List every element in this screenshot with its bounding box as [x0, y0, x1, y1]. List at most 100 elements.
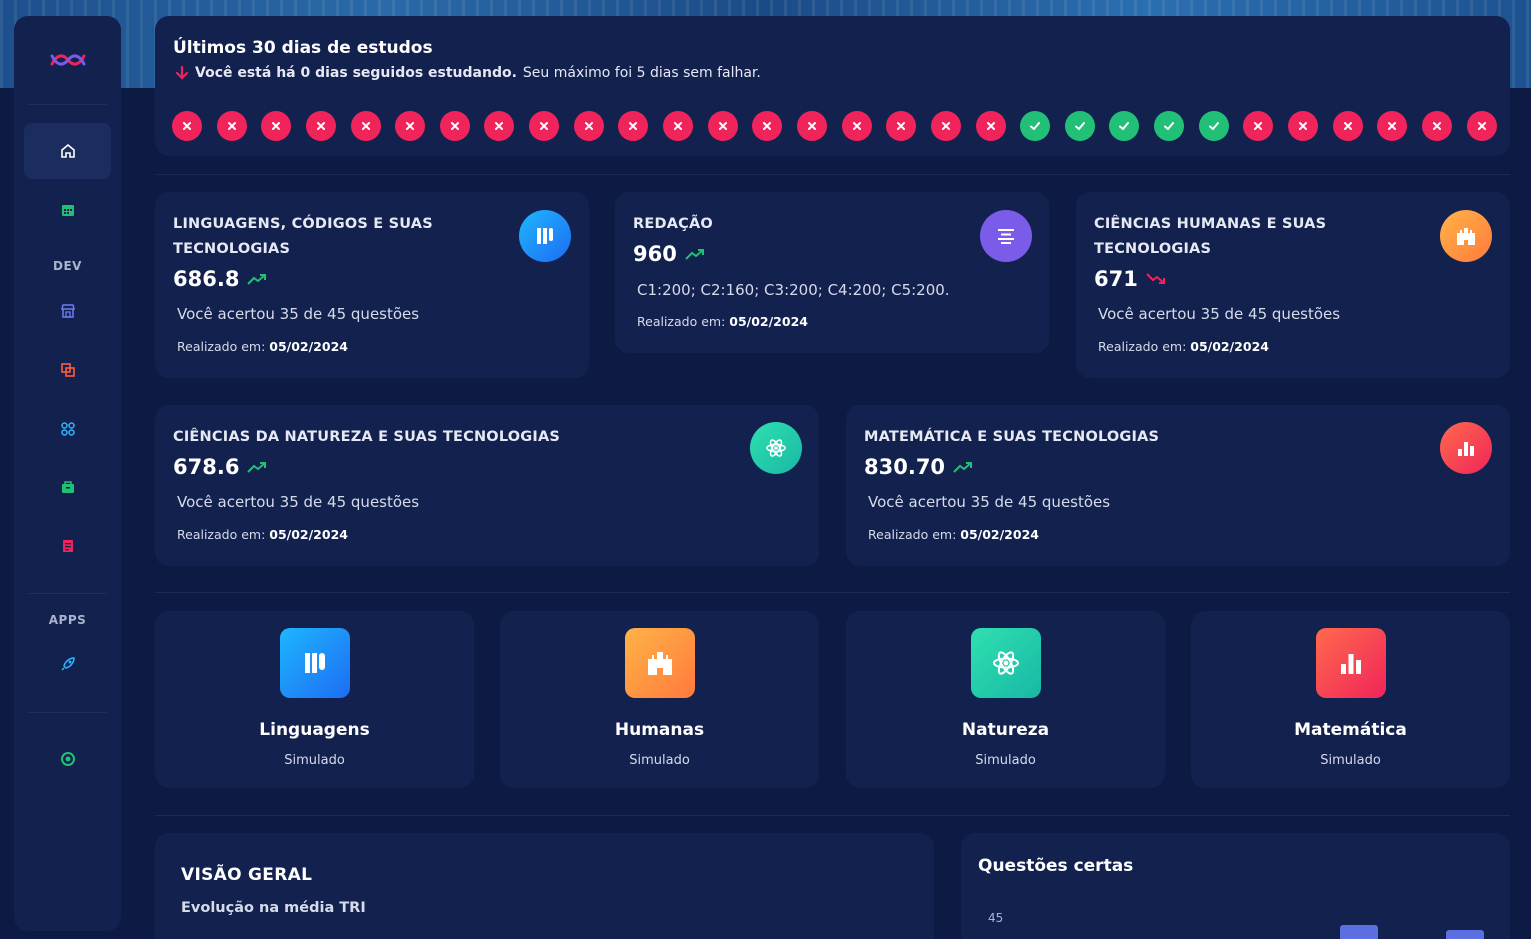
day-missed-icon: [1288, 111, 1319, 141]
sidebar-divider: [28, 593, 107, 594]
day-missed-icon: [618, 111, 649, 141]
sidebar-item-copy[interactable]: [24, 342, 111, 398]
simulado-card-matematica[interactable]: Matemática Simulado: [1191, 611, 1510, 788]
sidebar-item-command[interactable]: [24, 401, 111, 457]
score-date: Realizado em: 05/02/2024: [637, 314, 808, 329]
sidebar-section-apps: APPS: [48, 613, 87, 627]
score-card-title: CIÊNCIAS HUMANAS E SUAS TECNOLOGIAS: [1094, 216, 1327, 257]
score-value: 830.70: [864, 455, 973, 479]
sidebar-section-dev: DEV: [53, 259, 82, 273]
trend-up-icon: [247, 462, 267, 473]
books-icon: [519, 210, 571, 262]
simulado-name: Matemática: [1294, 720, 1407, 740]
score-card-title: REDAÇÃO: [633, 216, 713, 232]
day-missed-icon: [663, 111, 694, 141]
score-card-title: MATEMÁTICA E SUAS TECNOLOGIAS: [864, 429, 1160, 445]
overview-title: VISÃO GERAL: [181, 865, 313, 885]
castle-icon: [1440, 210, 1492, 262]
score-detail: Você acertou 35 de 45 questões: [177, 493, 420, 511]
score-detail: C1:200; C2:160; C3:200; C4:200; C5:200.: [637, 281, 950, 299]
day-missed-icon: [1377, 111, 1408, 141]
arrow-down-icon: [175, 66, 189, 80]
sidebar-item-support[interactable]: [24, 731, 111, 787]
simulado-label: Simulado: [1320, 753, 1381, 768]
score-date: Realizado em: 05/02/2024: [1098, 339, 1269, 354]
overview-card: VISÃO GERAL Evolução na média TRI: [155, 833, 934, 939]
command-icon: [60, 422, 75, 436]
sidebar-item-store[interactable]: [24, 283, 111, 339]
correct-questions-card: Questões certas 45: [961, 833, 1510, 939]
home-icon: [60, 143, 75, 158]
day-missed-icon: [395, 111, 426, 141]
chart-bar: [1340, 925, 1378, 939]
y-axis-tick: 45: [988, 911, 1004, 925]
score-card-redacao[interactable]: REDAÇÃO 960 C1:200; C2:160; C3:200; C4:2…: [615, 192, 1049, 353]
simulado-card-linguagens[interactable]: Linguagens Simulado: [155, 611, 474, 788]
trend-up-icon: [685, 249, 704, 260]
atom-icon: [970, 628, 1041, 698]
score-detail: Você acertou 35 de 45 questões: [1098, 305, 1341, 323]
sidebar-item-bag[interactable]: [24, 459, 111, 515]
day-missed-icon: [573, 111, 604, 141]
streak-days: [172, 111, 1497, 141]
sidebar-item-home[interactable]: [24, 123, 111, 179]
score-card-title: CIÊNCIAS DA NATUREZA E SUAS TECNOLOGIAS: [173, 429, 561, 445]
day-studied-icon: [1109, 111, 1140, 141]
day-missed-icon: [975, 111, 1006, 141]
day-studied-icon: [1064, 111, 1095, 141]
bar-chart-icon: [1440, 422, 1492, 474]
trend-down-icon: [1146, 273, 1165, 284]
bag-icon: [61, 481, 74, 493]
score-detail: Você acertou 35 de 45 questões: [868, 493, 1111, 511]
trend-up-icon: [953, 462, 973, 473]
overview-subtitle: Evolução na média TRI: [181, 900, 366, 916]
day-missed-icon: [752, 111, 783, 141]
score-card-title: LINGUAGENS, CÓDIGOS E SUAS TECNOLOGIAS: [173, 216, 433, 257]
score-date: Realizado em: 05/02/2024: [868, 527, 1039, 542]
score-value: 678.6: [173, 455, 267, 479]
day-missed-icon: [216, 111, 247, 141]
simulado-name: Linguagens: [259, 720, 370, 740]
sidebar-divider: [28, 712, 107, 713]
day-missed-icon: [350, 111, 381, 141]
day-missed-icon: [930, 111, 961, 141]
day-missed-icon: [172, 111, 202, 141]
day-missed-icon: [796, 111, 827, 141]
study-streak-card: Últimos 30 dias de estudos Você está há …: [155, 16, 1510, 156]
notes-icon: [62, 540, 73, 552]
logo-icon: [50, 54, 86, 66]
score-card-natureza[interactable]: CIÊNCIAS DA NATUREZA E SUAS TECNOLOGIAS …: [155, 405, 819, 566]
bar-chart-icon: [1315, 628, 1386, 698]
books-icon: [279, 628, 350, 698]
day-missed-icon: [439, 111, 470, 141]
day-studied-icon: [1198, 111, 1229, 141]
store-icon: [60, 304, 75, 318]
day-studied-icon: [1020, 111, 1051, 141]
score-date: Realizado em: 05/02/2024: [177, 527, 348, 542]
simulado-card-humanas[interactable]: Humanas Simulado: [500, 611, 819, 788]
simulado-name: Natureza: [961, 720, 1050, 740]
sidebar-item-rocket[interactable]: [24, 636, 111, 692]
simulado-label: Simulado: [629, 753, 690, 768]
copy-icon: [60, 363, 75, 377]
score-card-matematica[interactable]: MATEMÁTICA E SUAS TECNOLOGIAS 830.70 Voc…: [846, 405, 1510, 566]
support-icon: [60, 752, 75, 766]
simulado-name: Humanas: [614, 720, 705, 740]
day-missed-icon: [1421, 111, 1452, 141]
score-card-linguagens[interactable]: LINGUAGENS, CÓDIGOS E SUAS TECNOLOGIAS 6…: [155, 192, 589, 378]
sidebar-item-calendar[interactable]: [24, 182, 111, 238]
day-missed-icon: [305, 111, 336, 141]
simulado-label: Simulado: [284, 753, 345, 768]
rocket-icon: [60, 657, 75, 671]
day-missed-icon: [841, 111, 872, 141]
streak-current: Você está há 0 dias seguidos estudando.: [195, 65, 517, 81]
divider: [155, 174, 1510, 175]
simulado-card-natureza[interactable]: Natureza Simulado: [846, 611, 1165, 788]
day-missed-icon: [529, 111, 560, 141]
score-value: 671: [1094, 267, 1166, 291]
day-missed-icon: [1243, 111, 1274, 141]
sidebar-item-notes[interactable]: [24, 518, 111, 574]
day-missed-icon: [707, 111, 738, 141]
score-card-humanas[interactable]: CIÊNCIAS HUMANAS E SUAS TECNOLOGIAS 671 …: [1076, 192, 1510, 378]
day-missed-icon: [1466, 111, 1497, 141]
